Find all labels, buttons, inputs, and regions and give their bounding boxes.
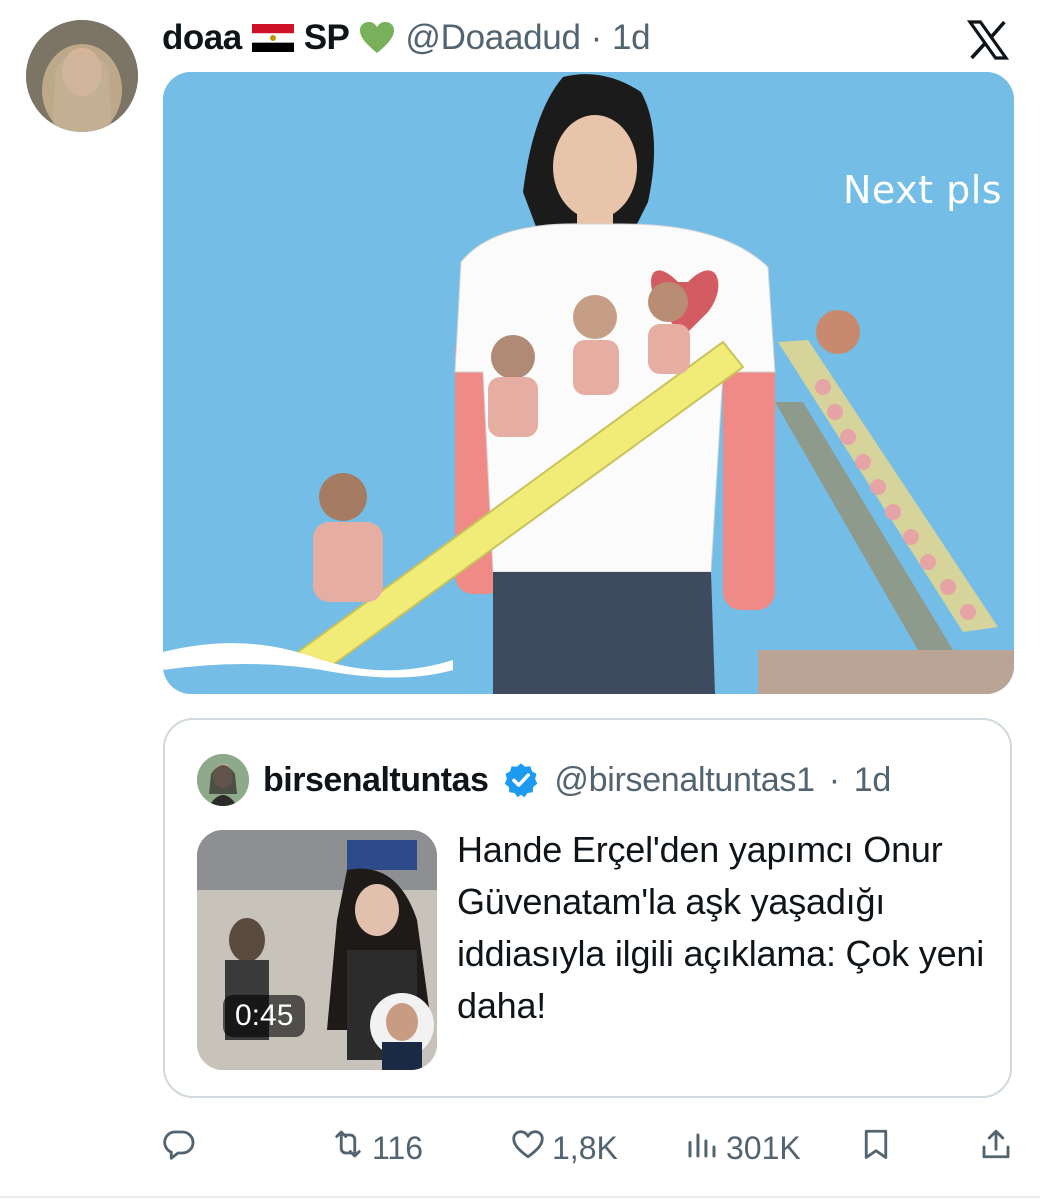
reply-icon [160, 1126, 196, 1170]
image-caption: Next pls [843, 168, 1003, 212]
bookmark-icon [858, 1126, 894, 1170]
views-button[interactable]: 301K [684, 1120, 801, 1176]
quoted-author-name[interactable]: birsenaltuntas [263, 761, 489, 800]
quoted-author-handle[interactable]: @birsenaltuntas1 [554, 761, 815, 800]
green-heart-icon [359, 21, 395, 55]
tweet-action-bar: 116 1,8K 301K [0, 1120, 1040, 1176]
share-button[interactable] [978, 1120, 1014, 1176]
author-name[interactable]: doaa [162, 18, 242, 58]
like-count: 1,8K [552, 1129, 618, 1166]
x-logo-icon[interactable] [964, 16, 1012, 64]
quoted-author-avatar[interactable] [197, 754, 249, 806]
quoted-tweet-header: birsenaltuntas @birsenaltuntas1 · 1d [197, 754, 891, 806]
author-name-suffix[interactable]: SP [304, 18, 350, 58]
views-icon [684, 1126, 720, 1170]
video-duration: 0:45 [223, 995, 306, 1037]
like-icon [510, 1126, 546, 1170]
quoted-video-thumbnail[interactable]: 0:45 [197, 830, 437, 1070]
retweet-button[interactable]: 116 [330, 1120, 423, 1176]
reply-button[interactable] [160, 1120, 202, 1176]
share-icon [978, 1126, 1014, 1170]
like-button[interactable]: 1,8K [510, 1120, 618, 1176]
egypt-flag-icon [251, 24, 294, 52]
bookmark-button[interactable] [858, 1120, 894, 1176]
quoted-separator-dot: · [828, 760, 840, 799]
quoted-tweet-time[interactable]: 1d [854, 761, 892, 800]
separator-dot: · [590, 18, 603, 57]
divider [0, 1196, 1040, 1198]
retweet-icon [330, 1126, 366, 1170]
tweet-time[interactable]: 1d [612, 18, 651, 58]
views-count: 301K [726, 1129, 801, 1166]
retweet-count: 116 [372, 1129, 424, 1166]
author-handle[interactable]: @Doaadud [405, 18, 581, 58]
tweet-media-image[interactable]: Next pls [163, 72, 1014, 694]
quoted-tweet-text: Hande Erçel'den yapımcı Onur Güvenatam'l… [457, 829, 985, 1026]
author-avatar[interactable] [26, 20, 138, 132]
tweet-header: doaa SP @Doaadud · 1d [162, 16, 651, 60]
verified-badge-icon [502, 761, 540, 799]
quoted-tweet[interactable]: birsenaltuntas @birsenaltuntas1 · 1d 0:4… [163, 718, 1012, 1098]
